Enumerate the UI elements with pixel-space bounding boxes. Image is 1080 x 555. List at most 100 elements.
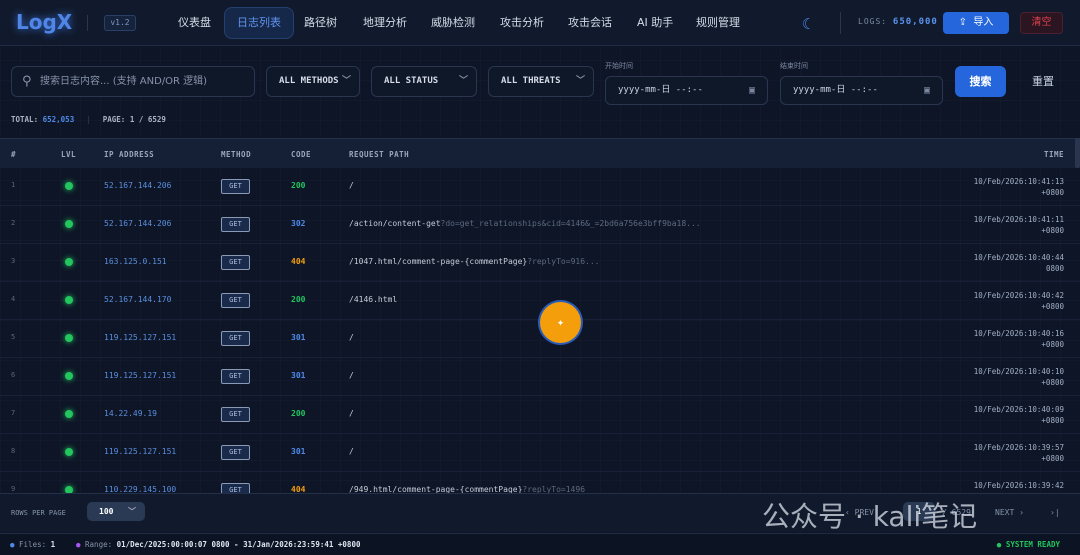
logo[interactable]: LogX <box>16 10 72 34</box>
ip-address[interactable]: 163.125.0.151 <box>104 257 167 266</box>
nav-rules[interactable]: 规则管理 <box>684 7 752 39</box>
status-value: ALL STATUS <box>384 76 439 86</box>
logs-value: 650,000 <box>892 17 938 27</box>
path-value: / <box>349 333 354 342</box>
start-time-input[interactable]: yyyy-mm-日 --:-- ▣ <box>605 76 768 105</box>
timezone: +0800 <box>1041 302 1064 311</box>
range-value: 01/Dec/2025:00:00:07 0800 - 31/Jan/2026:… <box>116 540 361 549</box>
import-button[interactable]: ⇪ 导入 <box>943 12 1009 34</box>
timestamp: 10/Feb/2026:10:40:09 +0800 <box>974 404 1064 426</box>
request-path[interactable]: /1047.html/comment-page-{commentPage}?re… <box>349 257 599 266</box>
start-time-label: 开始时间 <box>605 62 633 70</box>
query-string: ?replyTo=1496 <box>522 485 586 493</box>
row-number: 9 <box>11 485 16 493</box>
files-value: 1 <box>50 540 56 549</box>
nav-attack-session[interactable]: 攻击会话 <box>556 7 624 39</box>
system-ready-label: SYSTEM READY <box>1005 540 1060 549</box>
scrollbar[interactable] <box>1075 138 1080 168</box>
request-path[interactable]: /4146.html <box>349 295 397 304</box>
chevron-down-icon: ﹀ <box>455 67 468 96</box>
rows-per-page-select[interactable]: 100 ﹀ <box>87 502 145 521</box>
ip-address[interactable]: 119.125.127.151 <box>104 371 176 380</box>
search-placeholder: 搜索日志内容... (支持 AND/OR 逻辑) <box>40 76 208 87</box>
method-badge: GET <box>221 179 250 194</box>
end-placeholder: yyyy-mm-日 --:-- <box>793 85 878 95</box>
method-select[interactable]: ALL METHODS ﹀ <box>266 66 360 97</box>
request-path[interactable]: / <box>349 409 354 418</box>
row-number: 1 <box>11 181 16 189</box>
table-row[interactable]: 4 52.167.144.170 GET 200 /4146.html 10/F… <box>0 282 1080 320</box>
timestamp: 10/Feb/2026:10:39:42 <box>974 480 1064 491</box>
top-nav: LogX v1.2 仪表盘 日志列表 路径树 地理分析 威胁检测 攻击分析 攻击… <box>0 0 1080 46</box>
level-indicator <box>65 334 73 342</box>
chevron-down-icon: ﹀ <box>338 67 351 96</box>
timezone: +0800 <box>1041 226 1064 235</box>
calendar-icon[interactable]: ▣ <box>749 77 755 104</box>
nav-path-tree[interactable]: 路径树 <box>292 7 349 39</box>
search-button[interactable]: 搜索 <box>955 66 1006 97</box>
time-value: 10/Feb/2026:10:41:13 <box>973 177 1064 186</box>
request-path[interactable]: / <box>349 371 354 380</box>
ip-address[interactable]: 52.167.144.170 <box>104 295 171 304</box>
time-value: 10/Feb/2026:10:39:42 <box>973 481 1064 490</box>
level-indicator <box>65 182 73 190</box>
next-button[interactable]: NEXT › <box>995 508 1024 517</box>
table-row[interactable]: 1 52.167.144.206 GET 200 / 10/Feb/2026:1… <box>0 168 1080 206</box>
total-value: 652,053 <box>42 115 75 124</box>
request-path[interactable]: / <box>349 333 354 342</box>
search-input[interactable]: ⚲ 搜索日志内容... (支持 AND/OR 逻辑) <box>11 66 255 97</box>
nav-geo[interactable]: 地理分析 <box>351 7 419 39</box>
last-page-button[interactable]: ›| <box>1050 508 1060 517</box>
import-label: 导入 <box>973 17 994 28</box>
ip-address[interactable]: 52.167.144.206 <box>104 219 171 228</box>
request-path[interactable]: / <box>349 447 354 456</box>
timestamp: 10/Feb/2026:10:41:13 +0800 <box>974 176 1064 198</box>
status-code: 302 <box>291 219 306 228</box>
method-badge: GET <box>221 255 250 270</box>
end-time-input[interactable]: yyyy-mm-日 --:-- ▣ <box>780 76 943 105</box>
request-path[interactable]: /949.html/comment-page-{commentPage}?rep… <box>349 485 585 493</box>
request-path[interactable]: /action/content-get?do=get_relationships… <box>349 219 701 228</box>
lightbulb-icon[interactable]: ✦ <box>540 302 581 343</box>
reset-button[interactable]: 重置 <box>1028 66 1058 97</box>
table-row[interactable]: 3 163.125.0.151 GET 404 /1047.html/comme… <box>0 244 1080 282</box>
request-path[interactable]: / <box>349 181 354 190</box>
status-select[interactable]: ALL STATUS ﹀ <box>371 66 477 97</box>
log-table-body: 1 52.167.144.206 GET 200 / 10/Feb/2026:1… <box>0 168 1080 493</box>
calendar-icon[interactable]: ▣ <box>924 77 930 104</box>
level-indicator <box>65 410 73 418</box>
timestamp: 10/Feb/2026:10:40:42 +0800 <box>974 290 1064 312</box>
time-value: 10/Feb/2026:10:40:10 <box>973 367 1064 376</box>
ip-address[interactable]: 119.125.127.151 <box>104 447 176 456</box>
rows-per-page-value: 100 <box>99 507 114 516</box>
moon-icon[interactable]: ☾ <box>802 15 811 33</box>
ip-address[interactable]: 119.125.127.151 <box>104 333 176 342</box>
table-row[interactable]: 7 14.22.49.19 GET 200 / 10/Feb/2026:10:4… <box>0 396 1080 434</box>
table-row[interactable]: 2 52.167.144.206 GET 302 /action/content… <box>0 206 1080 244</box>
threats-select[interactable]: ALL THREATS ﹀ <box>488 66 594 97</box>
level-indicator <box>65 258 73 266</box>
logs-count: LOGS: 650,000 <box>858 17 938 27</box>
clear-button[interactable]: 清空 <box>1020 12 1063 34</box>
path-value: /4146.html <box>349 295 398 304</box>
path-value: / <box>349 409 354 418</box>
nav-ai[interactable]: AI 助手 <box>625 7 685 39</box>
nav-attack-analysis[interactable]: 攻击分析 <box>488 7 556 39</box>
path-value: / <box>349 447 354 456</box>
row-number: 2 <box>11 219 16 227</box>
ip-address[interactable]: 52.167.144.206 <box>104 181 171 190</box>
method-badge: GET <box>221 331 250 346</box>
chevron-down-icon: ﹀ <box>128 507 136 516</box>
table-header: # LVL IP ADDRESS METHOD CODE REQUEST PAT… <box>0 138 1080 168</box>
nav-dashboard[interactable]: 仪表盘 <box>166 7 223 39</box>
nav-threat[interactable]: 威胁检测 <box>419 7 487 39</box>
nav-log-list[interactable]: 日志列表 <box>224 7 294 39</box>
status-code: 200 <box>291 295 306 304</box>
ip-address[interactable]: 110.229.145.100 <box>104 485 176 493</box>
time-value: 10/Feb/2026:10:40:16 <box>973 329 1064 338</box>
table-row[interactable]: 8 119.125.127.151 GET 301 / 10/Feb/2026:… <box>0 434 1080 472</box>
status-code: 301 <box>291 447 306 456</box>
table-row[interactable]: 6 119.125.127.151 GET 301 / 10/Feb/2026:… <box>0 358 1080 396</box>
ip-address[interactable]: 14.22.49.19 <box>104 409 157 418</box>
table-row[interactable]: 9 110.229.145.100 GET 404 /949.html/comm… <box>0 472 1080 493</box>
